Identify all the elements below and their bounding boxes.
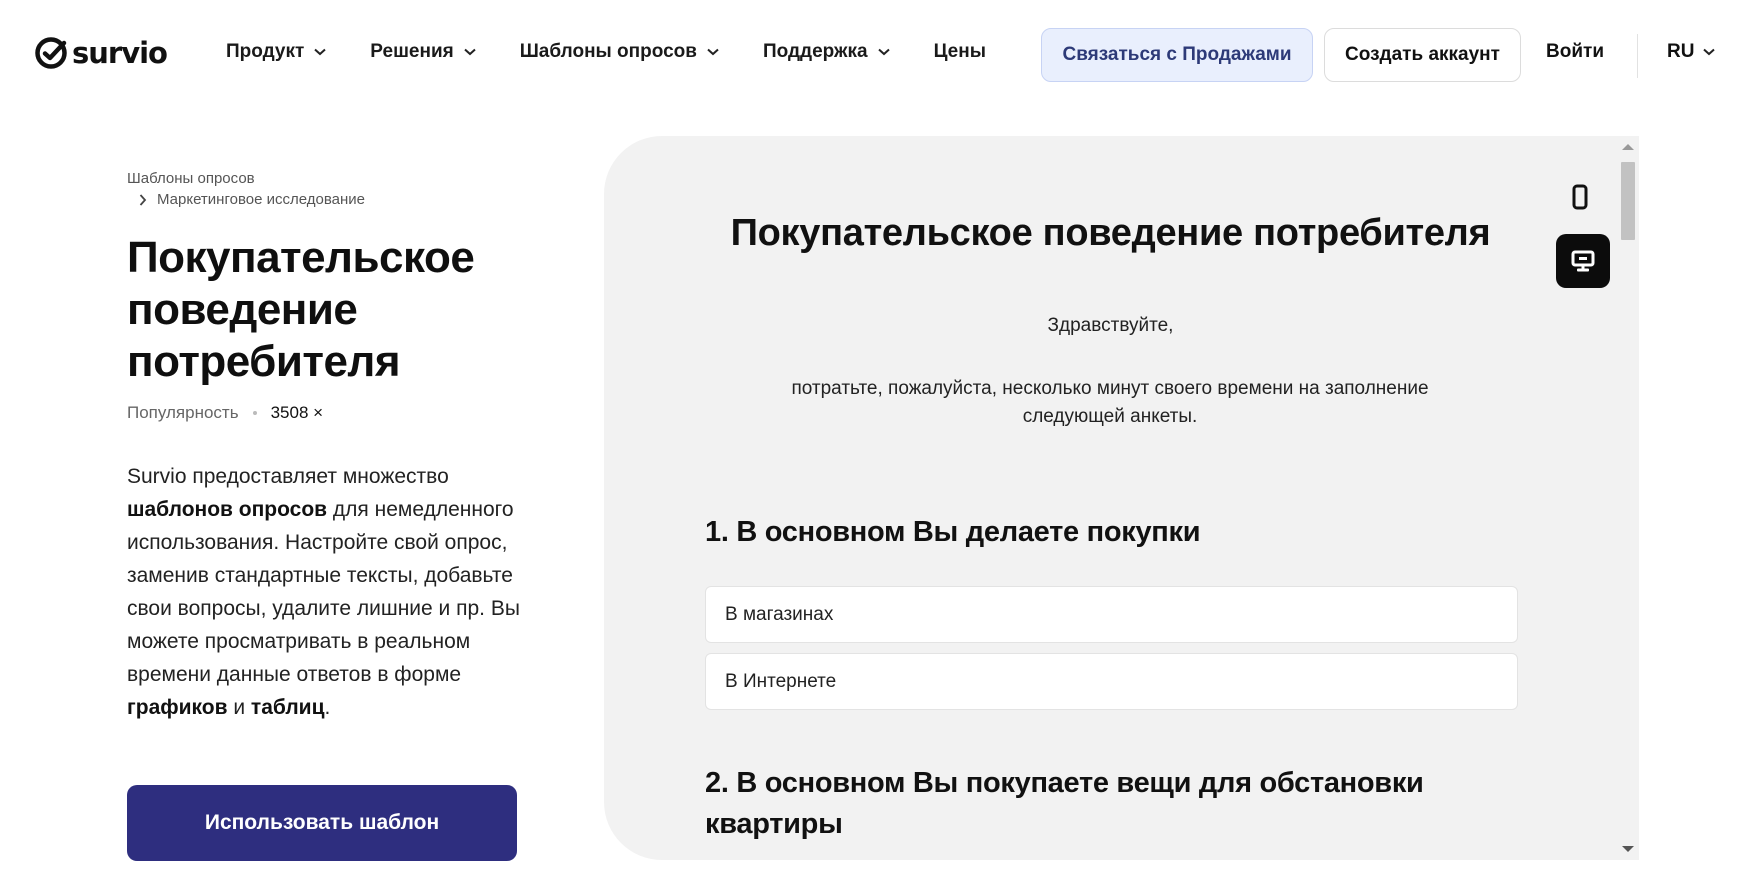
nav-item-templates[interactable]: Шаблоны опросов: [520, 41, 719, 63]
popularity-label: Популярность: [127, 403, 239, 422]
description-text: и: [227, 696, 251, 719]
scroll-up-arrow-icon[interactable]: [1622, 144, 1634, 150]
chevron-down-icon: [877, 48, 890, 56]
page-title: Покупательское поведение потребителя: [127, 233, 475, 386]
create-account-button[interactable]: Создать аккаунт: [1324, 28, 1521, 82]
top-header: survio Продукт Решения Шаблоны опросов П…: [0, 0, 1755, 110]
nav-item-label: Решения: [370, 41, 454, 62]
mobile-view-icon[interactable]: [1569, 182, 1591, 212]
chevron-down-icon: [707, 48, 719, 56]
survey-greeting: Здравствуйте,: [1047, 315, 1174, 336]
popularity-info: Популярность 3508 ×: [127, 403, 323, 423]
language-selector[interactable]: RU: [1667, 41, 1716, 63]
description-text: Survio предоставляет множество: [127, 465, 449, 488]
nav-item-label: Шаблоны опросов: [519, 41, 697, 62]
logo-check-icon: [35, 37, 67, 69]
preview-scrollbar[interactable]: [1617, 136, 1639, 860]
breadcrumb-current[interactable]: Маркетинговое исследование: [139, 191, 365, 208]
nav-item-product[interactable]: Продукт: [226, 41, 326, 63]
logo-text: survio: [72, 36, 168, 70]
header-divider: [1637, 34, 1638, 78]
breadcrumb-current-label: Маркетинговое исследование: [157, 191, 365, 208]
description-bold-templates: шаблонов опросов: [127, 498, 328, 521]
survey-title: Покупательское поведение потребителя: [730, 212, 1491, 254]
answer-option[interactable]: В магазинах: [705, 586, 1518, 643]
login-link[interactable]: Войти: [1546, 41, 1604, 63]
description-bold-tables: таблиц: [250, 696, 325, 719]
question-title: 2. В основном Вы покупаете вещи для обст…: [705, 767, 1424, 840]
template-description: Survio предоставляет множество шаблонов …: [127, 460, 527, 724]
language-label: RU: [1667, 41, 1695, 62]
chevron-right-icon: [139, 193, 147, 206]
survio-logo[interactable]: survio: [34, 36, 168, 70]
survey-intro: потратьте, пожалуйста, несколько минут с…: [791, 378, 1429, 427]
question-title: 1. В основном Вы делаете покупки: [705, 516, 1201, 548]
description-text: .: [324, 696, 331, 719]
chevron-down-icon: [464, 48, 476, 56]
answer-option[interactable]: В Интернете: [705, 653, 1518, 710]
breadcrumb-root[interactable]: Шаблоны опросов: [127, 170, 255, 187]
nav-item-label: Продукт: [226, 41, 305, 62]
chevron-down-icon: [1703, 48, 1716, 56]
nav-item-pricing[interactable]: Цены: [934, 41, 986, 63]
nav-item-solutions[interactable]: Решения: [370, 41, 476, 63]
nav-item-support[interactable]: Поддержка: [763, 41, 890, 63]
contact-sales-button[interactable]: Связаться с Продажами: [1041, 28, 1313, 82]
nav-item-label: Поддержка: [762, 41, 868, 62]
separator-dot: [252, 411, 257, 415]
description-text: для немедленного использования. Настройт…: [127, 498, 520, 686]
popularity-value: 3508 ×: [270, 403, 324, 422]
scroll-thumb[interactable]: [1621, 162, 1635, 240]
use-template-button[interactable]: Использовать шаблон: [127, 785, 517, 861]
chevron-down-icon: [314, 48, 326, 56]
nav-item-label: Цены: [933, 41, 986, 62]
scroll-down-arrow-icon[interactable]: [1622, 846, 1634, 852]
description-bold-charts: графиков: [127, 696, 228, 719]
main-nav: Продукт Решения Шаблоны опросов Поддержк…: [226, 41, 1030, 63]
